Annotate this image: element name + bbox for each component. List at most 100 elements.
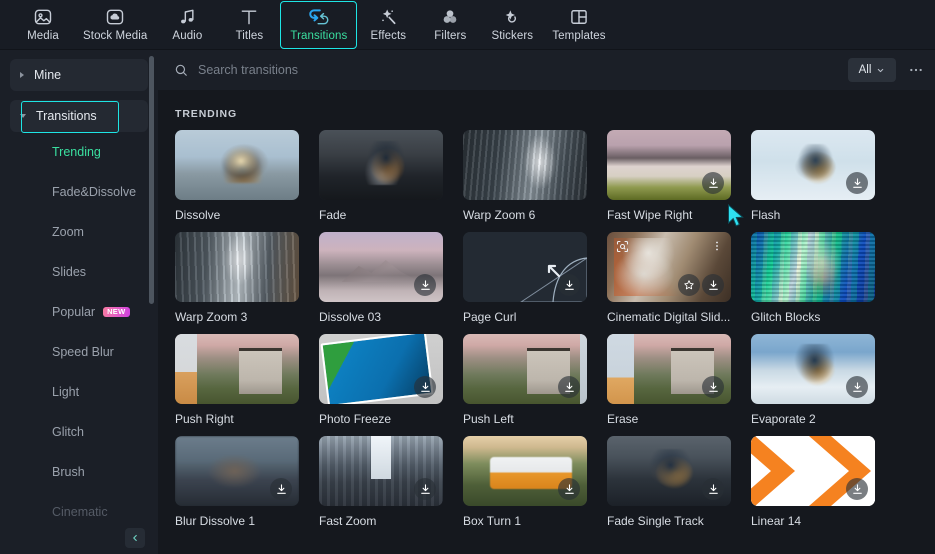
transition-card[interactable]: Box Turn 1 <box>463 436 607 538</box>
transition-card[interactable]: Push Right <box>175 334 319 436</box>
transition-card[interactable]: Warp Zoom 6 <box>463 130 607 232</box>
sidebar-item-label: Popular <box>52 305 96 319</box>
music-note-icon <box>181 9 194 24</box>
transition-card-label: Fast Wipe Right <box>607 208 693 222</box>
download-button[interactable] <box>414 478 436 500</box>
transition-thumbnail[interactable] <box>175 232 299 302</box>
nav-tab-templates[interactable]: Templates <box>543 1 614 49</box>
transition-thumbnail[interactable] <box>751 334 875 404</box>
transition-card[interactable]: Blur Dissolve 1 <box>175 436 319 538</box>
transition-card[interactable]: Flash <box>751 130 895 232</box>
sidebar-item-trending[interactable]: Trending <box>0 132 158 172</box>
download-button[interactable] <box>702 478 724 500</box>
sidebar-pill-group: Mine Transitions <box>0 59 158 133</box>
more-options-button[interactable] <box>905 59 927 81</box>
transition-card[interactable]: Photo Freeze <box>319 334 463 436</box>
nav-tab-stock-media[interactable]: Stock Media <box>74 1 156 49</box>
sidebar-item-glitch[interactable]: Glitch <box>0 412 158 452</box>
transition-thumbnail[interactable] <box>319 334 443 404</box>
nav-tab-label: Templates <box>552 30 606 42</box>
nav-tab-filters[interactable]: Filters <box>419 1 481 49</box>
card-more-options-button[interactable] <box>710 236 724 256</box>
push-right-overlay <box>175 334 198 404</box>
nav-tab-stickers[interactable]: Stickers <box>481 1 543 49</box>
nav-tab-transitions[interactable]: Transitions <box>280 0 358 49</box>
nav-tab-media[interactable]: Media <box>12 1 74 49</box>
download-button[interactable] <box>558 274 580 296</box>
transition-thumbnail[interactable] <box>463 334 587 404</box>
download-button[interactable] <box>702 172 724 194</box>
nav-tab-audio[interactable]: Audio <box>156 1 218 49</box>
transition-thumbnail[interactable] <box>175 130 299 200</box>
transition-thumbnail[interactable] <box>463 130 587 200</box>
favorite-button[interactable] <box>678 274 700 296</box>
transition-thumbnail[interactable] <box>751 130 875 200</box>
transition-card-label: Linear 14 <box>751 514 802 528</box>
transition-thumbnail[interactable] <box>607 334 731 404</box>
filter-dropdown[interactable]: All <box>848 58 896 82</box>
sidebar-group-transitions[interactable]: Transitions <box>10 100 148 133</box>
transition-thumbnail[interactable] <box>175 334 299 404</box>
transition-card[interactable]: Fade Single Track <box>607 436 751 538</box>
download-circle-icon <box>564 381 574 392</box>
download-button[interactable] <box>702 274 724 296</box>
transition-thumbnail[interactable] <box>751 436 875 506</box>
sidebar-item-label: Trending <box>52 145 101 159</box>
transition-card-label: Evaporate 2 <box>751 412 816 426</box>
sidebar-group-mine[interactable]: Mine <box>10 59 148 91</box>
nav-tab-effects[interactable]: Effects <box>357 1 419 49</box>
transition-card[interactable]: Fade <box>319 130 463 232</box>
transition-thumbnail[interactable] <box>607 232 731 302</box>
download-button[interactable] <box>414 274 436 296</box>
sidebar-item-cinematic[interactable]: Cinematic <box>0 492 158 532</box>
download-button[interactable] <box>846 376 868 398</box>
sidebar-item-popular[interactable]: Popular NEW <box>0 292 158 332</box>
sidebar-scrollbar-thumb[interactable] <box>149 56 154 304</box>
transition-card[interactable]: Erase <box>607 334 751 436</box>
transition-card[interactable]: Glitch Blocks <box>751 232 895 334</box>
transition-thumbnail[interactable] <box>319 232 443 302</box>
transition-card[interactable]: Dissolve 03 <box>319 232 463 334</box>
nav-tab-titles[interactable]: Titles <box>218 1 280 49</box>
transition-card[interactable]: Cinematic Digital Slid... <box>607 232 751 334</box>
download-button[interactable] <box>846 478 868 500</box>
transition-thumbnail[interactable] <box>463 436 587 506</box>
download-button[interactable] <box>270 478 292 500</box>
sidebar-item-slides[interactable]: Slides <box>0 252 158 292</box>
preview-button[interactable] <box>613 237 632 256</box>
search-input[interactable] <box>198 63 848 77</box>
sidebar-item-fade-dissolve[interactable]: Fade&Dissolve <box>0 172 158 212</box>
transition-thumbnail[interactable] <box>463 232 587 302</box>
sidebar-item-speed-blur[interactable]: Speed Blur <box>0 332 158 372</box>
transitions-grid: Dissolve Fade Warp Zoom 6 Fast Wipe Right Fl… <box>158 130 935 538</box>
transition-card-label: Cinematic Digital Slid... <box>607 310 731 324</box>
transition-card[interactable]: Fast Wipe Right <box>607 130 751 232</box>
download-button[interactable] <box>702 376 724 398</box>
transition-card[interactable]: Linear 14 <box>751 436 895 538</box>
transition-thumbnail[interactable] <box>607 436 731 506</box>
transition-thumbnail[interactable] <box>319 436 443 506</box>
transition-card-label: Glitch Blocks <box>751 310 821 324</box>
section-title: TRENDING <box>175 108 238 120</box>
download-button[interactable] <box>558 376 580 398</box>
sidebar-item-light[interactable]: Light <box>0 372 158 412</box>
download-button[interactable] <box>558 478 580 500</box>
transition-card[interactable]: Push Left <box>463 334 607 436</box>
transition-card[interactable]: Warp Zoom 3 <box>175 232 319 334</box>
sidebar-item-brush[interactable]: Brush <box>0 452 158 492</box>
download-button[interactable] <box>846 172 868 194</box>
download-button[interactable] <box>414 376 436 398</box>
sidebar-item-label: Zoom <box>52 225 84 239</box>
nav-tab-label: Filters <box>434 30 467 42</box>
transition-card[interactable]: Dissolve <box>175 130 319 232</box>
transition-thumbnail[interactable] <box>607 130 731 200</box>
sidebar-item-zoom[interactable]: Zoom <box>0 212 158 252</box>
transition-card[interactable]: Fast Zoom <box>319 436 463 538</box>
top-navigation-bar: Media Stock Media Audio Titles Transitions Ef… <box>0 0 935 50</box>
transition-card[interactable]: Page Curl <box>463 232 607 334</box>
transition-thumbnail[interactable] <box>751 232 875 302</box>
transition-card[interactable]: Evaporate 2 <box>751 334 895 436</box>
transition-thumbnail[interactable] <box>319 130 443 200</box>
sidebar-collapse-button[interactable] <box>125 528 145 548</box>
transition-thumbnail[interactable] <box>175 436 299 506</box>
